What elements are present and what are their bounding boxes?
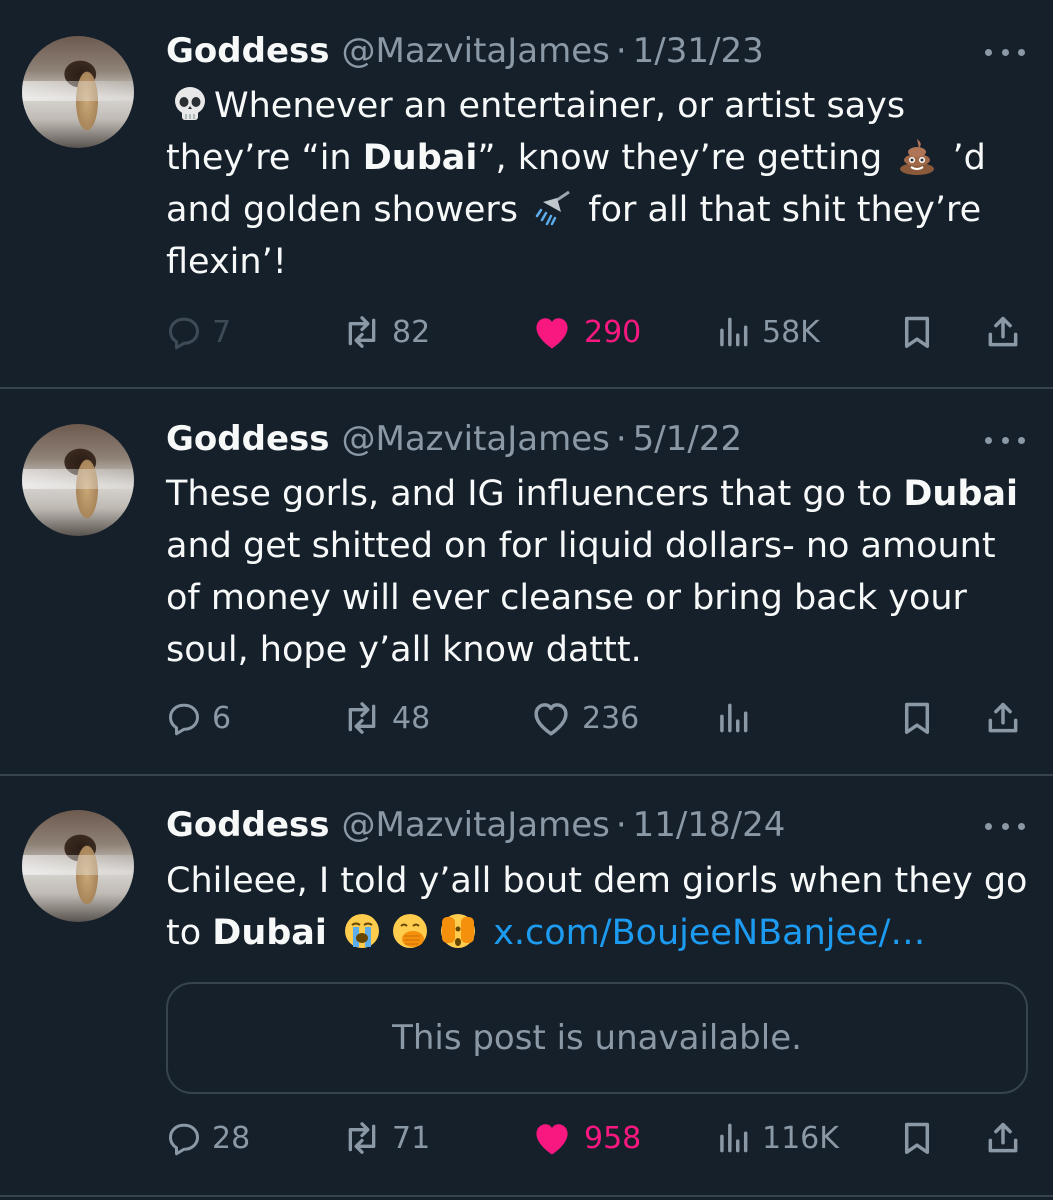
- bookmark-button[interactable]: [898, 1114, 936, 1162]
- heart-filled-icon: [530, 1116, 574, 1160]
- share-icon: [984, 313, 1022, 351]
- reply-button[interactable]: 7: [166, 308, 231, 356]
- retweet-count: 82: [392, 314, 431, 350]
- more-options-icon[interactable]: [985, 430, 1025, 450]
- tweet-link[interactable]: x.com/BoujeeNBanjee/…: [493, 913, 925, 953]
- avatar[interactable]: [22, 810, 134, 922]
- bold-keyword: Dubai: [903, 474, 1018, 514]
- retweet-count: 48: [392, 700, 431, 736]
- tweet-date[interactable]: 5/1/22: [633, 419, 742, 459]
- tweet-header: Goddess @MazvitaJames · 5/1/22: [166, 414, 742, 464]
- action-bar: 28 71 958 116K: [166, 1114, 1026, 1162]
- action-bar: 6 48 236: [166, 694, 1026, 742]
- tweet-text: These gorls, and IG influencers that go …: [166, 468, 1036, 676]
- like-count: 236: [582, 700, 640, 736]
- separator: ·: [615, 805, 627, 845]
- like-button[interactable]: 958: [530, 1114, 641, 1162]
- reply-button[interactable]: 6: [166, 694, 231, 742]
- reply-icon: [166, 1120, 202, 1156]
- text-part: ”, know they’re getting: [477, 138, 894, 178]
- retweet-button[interactable]: 82: [342, 308, 430, 356]
- author-name[interactable]: Goddess: [166, 31, 329, 71]
- more-options-icon[interactable]: [985, 42, 1025, 62]
- author-name[interactable]: Goddess: [166, 419, 329, 459]
- reply-button[interactable]: 28: [166, 1114, 250, 1162]
- retweet-button[interactable]: 48: [342, 694, 430, 742]
- face-with-peeking-eye-emoji-icon: [441, 914, 476, 948]
- tweet-text: Whenever an entertainer, or artist says …: [166, 80, 1036, 288]
- views-icon: [714, 313, 752, 351]
- avatar[interactable]: [22, 36, 134, 148]
- retweet-icon: [342, 698, 382, 738]
- unavailable-text: This post is unavailable.: [392, 1018, 802, 1058]
- shower-emoji-icon: [535, 190, 570, 226]
- share-button[interactable]: [984, 694, 1022, 742]
- views-button[interactable]: 58K: [714, 308, 820, 356]
- more-options-icon[interactable]: [985, 816, 1025, 836]
- bookmark-button[interactable]: [898, 308, 936, 356]
- unavailable-post-card[interactable]: This post is unavailable.: [166, 982, 1028, 1094]
- tweet-header: Goddess @MazvitaJames · 11/18/24: [166, 800, 785, 850]
- reply-count: 7: [212, 314, 232, 350]
- views-button[interactable]: 116K: [714, 1114, 839, 1162]
- avatar[interactable]: [22, 424, 134, 536]
- bookmark-button[interactable]: [898, 694, 936, 742]
- text-part: and get shitted on for liquid dollars- n…: [166, 526, 996, 670]
- bold-keyword: Dubai: [362, 138, 478, 178]
- loudly-crying-face-emoji-icon: [345, 914, 380, 948]
- divider: [0, 1195, 1053, 1197]
- skull-emoji-icon: [175, 87, 205, 120]
- heart-icon: [530, 697, 572, 739]
- share-icon: [984, 1119, 1022, 1157]
- face-with-hand-over-mouth-emoji-icon: [393, 914, 428, 948]
- bookmark-icon: [898, 1119, 936, 1157]
- like-button[interactable]: 236: [530, 694, 639, 742]
- reply-count: 6: [212, 700, 232, 736]
- views-icon: [714, 1119, 752, 1157]
- bookmark-icon: [898, 313, 936, 351]
- retweet-icon: [342, 1118, 382, 1158]
- retweet-icon: [342, 312, 382, 352]
- timeline: Goddess @MazvitaJames · 1/31/23 Whenever…: [0, 0, 1053, 1200]
- tweet-date[interactable]: 11/18/24: [633, 805, 786, 845]
- share-button[interactable]: [984, 1114, 1022, 1162]
- text-part: These gorls, and IG influencers that go …: [166, 474, 904, 514]
- share-button[interactable]: [984, 308, 1022, 356]
- divider: [0, 774, 1053, 776]
- heart-filled-icon: [530, 310, 574, 354]
- author-handle[interactable]: @MazvitaJames: [341, 419, 609, 459]
- bold-keyword: Dubai: [212, 913, 327, 953]
- action-bar: 7 82 290 58K: [166, 308, 1026, 356]
- retweet-button[interactable]: 71: [342, 1114, 430, 1162]
- author-handle[interactable]: @MazvitaJames: [341, 805, 609, 845]
- tweet-text: Chileee, I told y’all bout dem giorls wh…: [166, 855, 1036, 959]
- author-handle[interactable]: @MazvitaJames: [341, 31, 609, 71]
- views-button[interactable]: [714, 694, 752, 742]
- view-count: 58K: [762, 314, 820, 350]
- reply-icon: [166, 314, 202, 350]
- like-button[interactable]: 290: [530, 308, 641, 356]
- tweet-header: Goddess @MazvitaJames · 1/31/23: [166, 26, 764, 76]
- divider: [0, 387, 1053, 389]
- tweet-date[interactable]: 1/31/23: [633, 31, 764, 71]
- pile-of-poo-emoji-icon: [900, 139, 935, 175]
- share-icon: [984, 699, 1022, 737]
- author-name[interactable]: Goddess: [166, 805, 329, 845]
- view-count: 116K: [762, 1120, 839, 1156]
- like-count: 958: [584, 1120, 642, 1156]
- reply-icon: [166, 700, 202, 736]
- bookmark-icon: [898, 699, 936, 737]
- views-icon: [714, 699, 752, 737]
- separator: ·: [615, 419, 627, 459]
- reply-count: 28: [212, 1120, 251, 1156]
- retweet-count: 71: [392, 1120, 431, 1156]
- like-count: 290: [584, 314, 642, 350]
- separator: ·: [615, 31, 627, 71]
